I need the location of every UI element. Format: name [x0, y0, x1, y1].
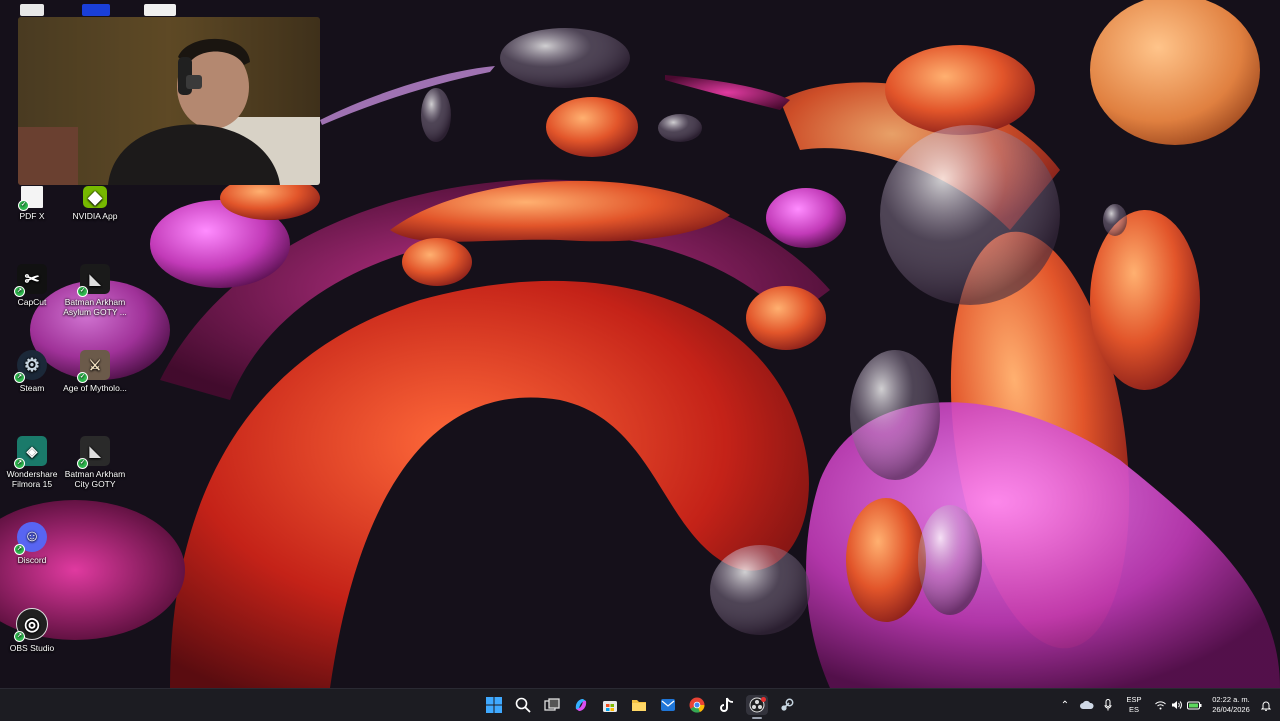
clock[interactable]: 02:22 a. m. 26/04/2026 — [1206, 689, 1256, 721]
windows-icon — [486, 697, 502, 713]
outlook-button[interactable] — [657, 695, 679, 715]
volume-icon — [1171, 701, 1182, 709]
batman-icon: ◣ ✓ — [77, 436, 110, 469]
show-hidden-icons-button[interactable]: ⌃ — [1058, 689, 1072, 721]
discord-icon: ☺ ↗ — [14, 522, 47, 555]
recording-indicator-icon — [761, 697, 766, 702]
battery-charging-icon — [1186, 701, 1201, 709]
steam-icon: ⚙ ↗ — [14, 350, 47, 383]
desktop-icon-label: Batman Arkham Asylum GOTY ... — [63, 297, 127, 317]
clock-time: 02:22 a. m. — [1212, 695, 1250, 704]
copilot-button[interactable] — [570, 695, 592, 715]
desktop-icon-label: Steam — [19, 383, 45, 393]
desktop-icon-batman-city[interactable]: ◣ ✓ Batman Arkham City GOTY — [59, 436, 131, 489]
nvidia-icon: ◆ — [83, 186, 107, 208]
notifications-button[interactable] — [1258, 689, 1274, 721]
task-view-button[interactable] — [541, 695, 563, 715]
bell-icon — [1261, 701, 1271, 711]
desktop-icon-label: PDF X — [19, 211, 45, 221]
onedrive-icon[interactable] — [1078, 689, 1096, 721]
mail-icon — [661, 699, 675, 711]
desktop-icon-label: Wondershare Filmora 15 — [6, 469, 58, 489]
top-indicator-white-2 — [144, 4, 176, 16]
desktop-icon-batman-asylum[interactable]: ◣ ✓ Batman Arkham Asylum GOTY ... — [59, 264, 131, 317]
task-view-icon — [544, 698, 560, 711]
wifi-icon — [1154, 700, 1166, 709]
top-indicator-blue — [82, 4, 110, 16]
age-of-mythology-icon: ⚔ ✓ — [77, 350, 110, 383]
desktop-icon-filmora[interactable]: ◈ ↗ Wondershare Filmora 15 — [0, 436, 68, 489]
desktop-icon-age-of-mythology[interactable]: ⚔ ✓ Age of Mytholo... — [59, 350, 131, 393]
language-code: ESP — [1126, 695, 1142, 704]
tiktok-button[interactable] — [716, 695, 738, 715]
webcam-overlay — [18, 17, 320, 185]
obs-icon: ◎ ↗ — [14, 608, 48, 642]
start-button[interactable] — [483, 695, 505, 715]
store-button[interactable] — [599, 695, 621, 715]
desktop-icon-steam[interactable]: ⚙ ↗ Steam — [0, 350, 68, 393]
clock-date: 26/04/2026 — [1212, 705, 1250, 714]
taskbar: ⌃ ESP ES 02:22 a. m. 26/04/2026 — [0, 688, 1280, 721]
chrome-icon — [689, 697, 705, 713]
steam-icon — [781, 698, 794, 711]
search-button[interactable] — [512, 695, 534, 715]
filmora-icon: ◈ ↗ — [14, 436, 47, 469]
desktop-icon-obs-studio[interactable]: ◎ ↗ OBS Studio — [0, 608, 68, 653]
desktop-icon-nvidia-app[interactable]: ◆ NVIDIA App — [59, 186, 131, 221]
search-icon — [515, 697, 531, 713]
desktop-icon-pdf-x[interactable]: ✓ PDF X — [0, 186, 68, 221]
desktop-icon-label: CapCut — [17, 297, 47, 307]
obs-taskbar-button[interactable] — [746, 695, 768, 715]
taskbar-active-indicator — [752, 717, 762, 719]
store-icon — [603, 701, 617, 712]
microphone-icon[interactable] — [1100, 689, 1116, 721]
top-indicator-white — [20, 4, 44, 16]
language-indicator[interactable]: ESP ES — [1122, 689, 1146, 721]
copilot-icon — [575, 699, 587, 711]
desktop-icon-label: NVIDIA App — [72, 211, 118, 221]
batman-icon: ◣ ✓ — [77, 264, 110, 297]
folder-icon — [632, 700, 646, 711]
desktop-icon-label: Batman Arkham City GOTY — [64, 469, 126, 489]
desktop-icon-label: OBS Studio — [9, 643, 55, 653]
desktop-icon-capcut[interactable]: ✂ ↗ CapCut — [0, 264, 68, 307]
chrome-button[interactable] — [686, 695, 708, 715]
network-volume-battery-group[interactable] — [1152, 689, 1204, 721]
tiktok-icon — [720, 697, 734, 712]
file-explorer-button[interactable] — [628, 695, 650, 715]
desktop-icon-discord[interactable]: ☺ ↗ Discord — [0, 522, 68, 565]
desktop-icon-label: Age of Mytholo... — [63, 383, 127, 393]
capcut-icon: ✂ ↗ — [14, 264, 47, 297]
pdf-file-icon: ✓ — [18, 186, 43, 211]
steam-taskbar-button[interactable] — [776, 695, 798, 715]
desktop-icon-label: Discord — [17, 555, 47, 565]
keyboard-layout: ES — [1128, 705, 1139, 714]
